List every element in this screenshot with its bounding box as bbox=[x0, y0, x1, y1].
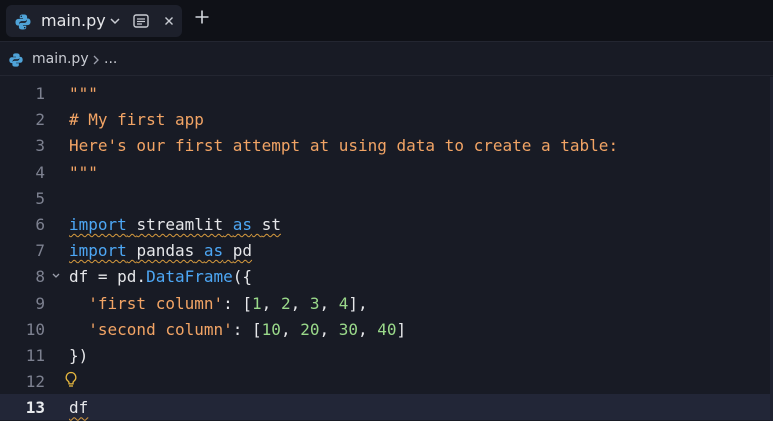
tab-bar: main.py bbox=[0, 0, 773, 42]
breadcrumb: main.py ... bbox=[0, 43, 773, 76]
code-token: streamlit bbox=[136, 215, 224, 234]
line-number: 10 bbox=[25, 319, 45, 339]
code-text: }) bbox=[69, 346, 88, 365]
code-token: 2 bbox=[280, 293, 291, 313]
code-token: pd bbox=[232, 241, 253, 261]
preview-icon[interactable] bbox=[133, 14, 149, 28]
code-token: import bbox=[69, 241, 127, 261]
code-token: 40 bbox=[377, 319, 397, 339]
code-line[interactable]: 3 Here's our first attempt at using data … bbox=[0, 132, 773, 158]
python-file-icon bbox=[15, 14, 31, 30]
code-token: """ bbox=[69, 84, 98, 103]
code-token: as bbox=[203, 241, 224, 261]
code-line[interactable]: 12 bbox=[0, 368, 773, 394]
lightbulb-icon[interactable] bbox=[64, 371, 78, 389]
code-text: 'second column': [10, 20, 30, 40] bbox=[69, 320, 406, 339]
breadcrumb-more[interactable]: ... bbox=[104, 51, 117, 67]
line-number: 2 bbox=[35, 110, 45, 130]
code-line[interactable]: 10 'second column': [10, 20, 30, 40] bbox=[0, 316, 773, 342]
code-token: Here's our first attempt at using data t… bbox=[69, 136, 619, 156]
code-text: """ bbox=[69, 84, 98, 103]
line-number: 3 bbox=[35, 136, 45, 156]
code-text: df = pd.DataFrame({ bbox=[69, 267, 252, 286]
code-token: , bbox=[280, 319, 301, 339]
code-line[interactable]: 13 df bbox=[0, 394, 773, 421]
line-number: 4 bbox=[35, 162, 45, 182]
code-text: import pandas as pd bbox=[69, 241, 252, 260]
line-number: 6 bbox=[35, 215, 45, 234]
tab-main-py[interactable]: main.py bbox=[6, 5, 182, 37]
code-text: Here's our first attempt at using data t… bbox=[69, 136, 618, 155]
code-token: : [ bbox=[223, 293, 253, 313]
code-token: # My first app bbox=[69, 110, 204, 130]
line-number: 9 bbox=[35, 293, 45, 313]
code-line[interactable]: 9 'first column': [1, 2, 3, 4], bbox=[0, 290, 773, 316]
code-line[interactable]: 8 df = pd.DataFrame({ bbox=[0, 263, 773, 289]
python-file-icon bbox=[9, 53, 23, 67]
code-token: import bbox=[69, 215, 127, 234]
code-text: 'first column': [1, 2, 3, 4], bbox=[69, 293, 368, 313]
code-token: 'second column' bbox=[88, 319, 233, 339]
code-token: 30 bbox=[338, 319, 358, 339]
code-token: : [ bbox=[232, 319, 262, 339]
code-token: , bbox=[290, 293, 310, 313]
code-line[interactable]: 11}) bbox=[0, 342, 773, 368]
code-token: , bbox=[319, 319, 339, 339]
line-number: 5 bbox=[35, 188, 45, 208]
code-text: import streamlit as st bbox=[69, 215, 281, 234]
code-token: st bbox=[261, 215, 281, 234]
new-tab-plus-icon[interactable] bbox=[194, 9, 210, 25]
line-number: 1 bbox=[35, 84, 45, 103]
chevron-right-icon bbox=[93, 55, 99, 65]
code-token: DataFrame bbox=[146, 267, 233, 287]
code-editor[interactable]: 1 """ 2 # My first app 3 Here's our first att… bbox=[0, 77, 773, 421]
code-line[interactable]: 5 bbox=[0, 185, 773, 211]
line-number: 7 bbox=[35, 241, 45, 261]
code-token: 1 bbox=[252, 293, 262, 313]
code-token: df bbox=[69, 398, 89, 418]
code-line[interactable]: 1 """ bbox=[0, 80, 773, 106]
chevron-down-icon[interactable] bbox=[108, 14, 122, 28]
code-token: , bbox=[319, 293, 339, 313]
breadcrumb-file[interactable]: main.py bbox=[32, 51, 89, 67]
code-token: , bbox=[358, 319, 378, 339]
code-token: 'first column' bbox=[88, 293, 224, 313]
close-icon[interactable] bbox=[162, 14, 176, 28]
code-line[interactable]: 2 # My first app bbox=[0, 106, 773, 132]
code-token: 20 bbox=[300, 319, 320, 339]
code-line[interactable]: 7 import pandas as pd bbox=[0, 237, 773, 263]
code-token: ], bbox=[348, 293, 368, 313]
line-number: 13 bbox=[25, 398, 45, 418]
code-token: , bbox=[261, 293, 281, 313]
code-token: as bbox=[232, 215, 253, 234]
code-token: ] bbox=[396, 319, 407, 339]
code-token: 4 bbox=[338, 293, 349, 313]
line-number: 11 bbox=[25, 346, 45, 365]
code-token: pandas bbox=[136, 241, 195, 261]
fold-chevron-icon[interactable] bbox=[50, 269, 62, 281]
code-line[interactable]: 6 import streamlit as st bbox=[0, 211, 773, 237]
code-token: df = pd. bbox=[69, 267, 147, 287]
code-token: """ bbox=[69, 162, 98, 182]
line-number: 12 bbox=[25, 372, 45, 392]
code-token: 10 bbox=[261, 319, 281, 339]
code-text: """ bbox=[69, 163, 98, 182]
tab-label: main.py bbox=[41, 11, 106, 30]
line-number: 8 bbox=[35, 267, 45, 287]
code-token: }) bbox=[69, 346, 89, 365]
code-text: df bbox=[69, 398, 88, 417]
code-token: ({ bbox=[232, 267, 253, 287]
code-line[interactable]: 4 """ bbox=[0, 159, 773, 185]
code-text: # My first app bbox=[69, 110, 204, 129]
